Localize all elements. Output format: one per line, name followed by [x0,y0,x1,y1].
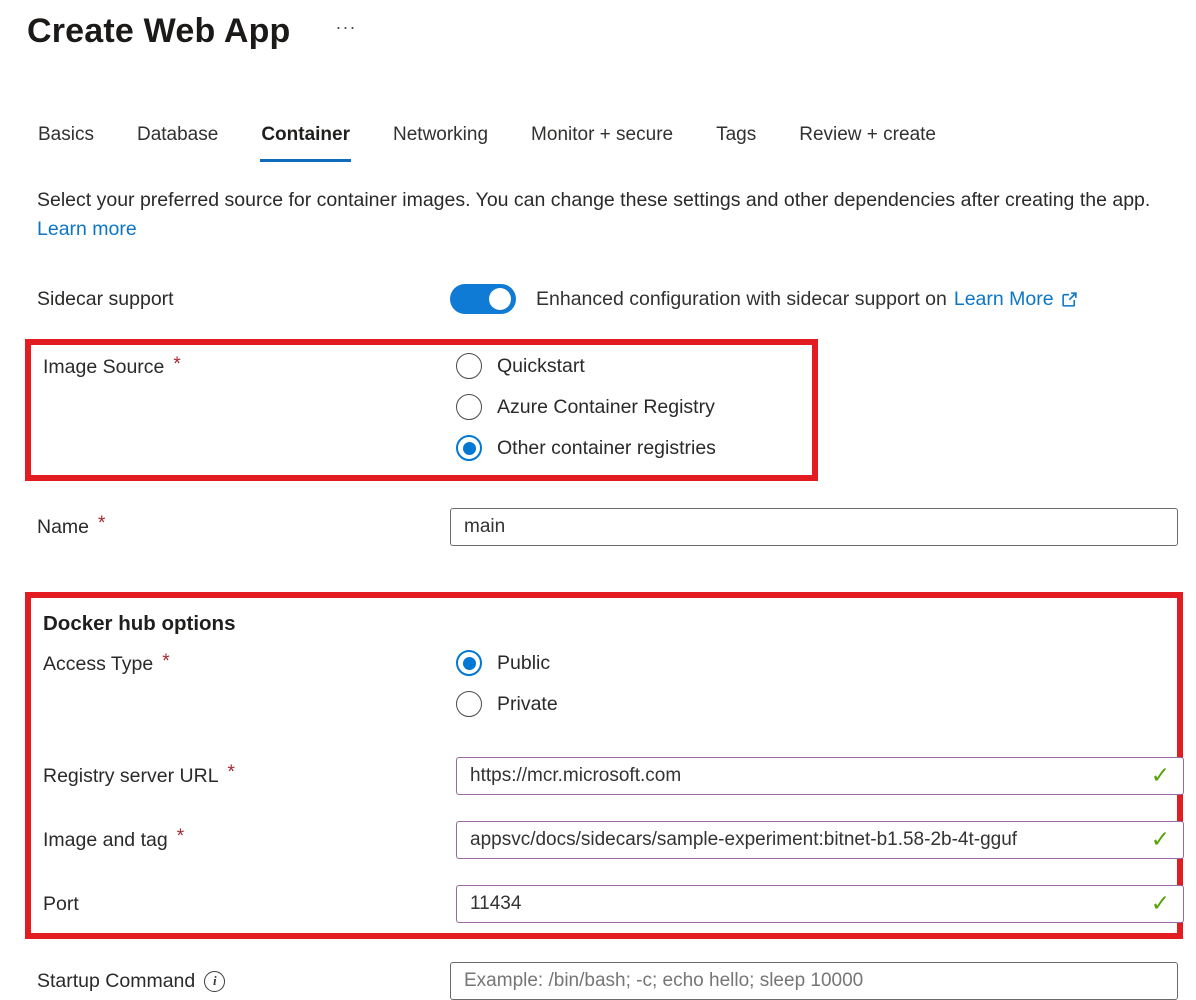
tab-monitor-secure[interactable]: Monitor + secure [530,124,674,162]
sidecar-support-label: Sidecar support [37,288,450,311]
radio-other-container-registries[interactable]: Other container registries [456,435,716,461]
radio-public-label: Public [497,652,550,675]
port-input-wrap: ✓ [456,885,1184,923]
registry-url-label-text: Registry server URL [43,765,219,788]
radio-quickstart-label: Quickstart [497,355,585,378]
tab-container[interactable]: Container [260,124,351,162]
required-asterisk: * [98,513,105,535]
more-options-button[interactable]: ··· [336,18,357,36]
port-row: Port ✓ [43,885,1177,923]
registry-url-row: Registry server URL * ✓ [43,757,1177,795]
page-header: Create Web App ··· [27,8,1196,54]
sidecar-toggle[interactable] [450,284,516,314]
startup-command-input[interactable] [450,962,1178,1000]
required-asterisk: * [162,651,169,673]
toggle-knob-icon [489,288,511,310]
required-asterisk: * [228,762,235,784]
name-input-wrap [450,508,1178,546]
page-title: Create Web App [27,8,291,54]
wizard-tabs: Basics Database Container Networking Mon… [37,124,1196,162]
description-text: Select your preferred source for contain… [37,189,1150,211]
radio-selected-icon [456,435,482,461]
radio-private-label: Private [497,693,558,716]
name-label: Name * [37,516,450,539]
external-link-icon [1061,291,1078,308]
tab-networking[interactable]: Networking [392,124,489,162]
registry-url-label: Registry server URL * [43,765,456,788]
radio-azure-container-registry[interactable]: Azure Container Registry [456,394,716,420]
tab-database[interactable]: Database [136,124,219,162]
sidecar-status: Enhanced configuration with sidecar supp… [536,288,1078,311]
learn-more-link[interactable]: Learn more [37,218,137,240]
required-asterisk: * [177,826,184,848]
sidecar-support-row: Sidecar support Enhanced configuration w… [37,284,1196,314]
port-label-text: Port [43,893,79,916]
access-type-row: Access Type * Public Private [43,650,1177,717]
sidecar-learn-more-link[interactable]: Learn More [954,288,1054,311]
tab-review-create[interactable]: Review + create [798,124,937,162]
image-source-label: Image Source * [43,356,456,379]
image-tag-input[interactable] [456,821,1184,859]
name-label-text: Name [37,516,89,539]
image-source-radio-group: Quickstart Azure Container Registry Othe… [456,353,716,461]
name-input[interactable] [450,508,1178,546]
radio-public[interactable]: Public [456,650,558,676]
image-source-label-text: Image Source [43,356,164,379]
image-source-row: Image Source * Quickstart Azure Containe… [43,353,812,461]
startup-command-label: Startup Command i [37,970,450,993]
startup-command-input-wrap [450,962,1178,1000]
tab-tags[interactable]: Tags [715,124,757,162]
image-tag-label: Image and tag * [43,829,456,852]
image-tag-input-wrap: ✓ [456,821,1184,859]
info-icon[interactable]: i [204,971,225,992]
startup-command-label-text: Startup Command [37,970,195,993]
docker-hub-heading: Docker hub options [43,612,1177,636]
image-tag-row: Image and tag * ✓ [43,821,1177,859]
startup-command-row: Startup Command i [37,962,1196,1000]
radio-selected-icon [456,650,482,676]
port-input[interactable] [456,885,1184,923]
image-tag-label-text: Image and tag [43,829,168,852]
radio-private[interactable]: Private [456,691,558,717]
docker-hub-highlight-box: Docker hub options Access Type * Public … [25,592,1183,939]
registry-url-input-wrap: ✓ [456,757,1184,795]
tab-basics[interactable]: Basics [37,124,95,162]
sidecar-status-text: Enhanced configuration with sidecar supp… [536,288,947,311]
radio-acr-label: Azure Container Registry [497,396,715,419]
image-source-highlight-box: Image Source * Quickstart Azure Containe… [25,339,818,481]
name-row: Name * [37,508,1196,546]
radio-other-label: Other container registries [497,437,716,460]
port-label: Port [43,893,456,916]
required-asterisk: * [173,354,180,376]
access-type-radio-group: Public Private [456,650,558,717]
tab-description: Select your preferred source for contain… [37,186,1166,244]
access-type-label-text: Access Type [43,653,153,676]
access-type-label: Access Type * [43,653,456,676]
radio-circle-icon [456,394,482,420]
radio-circle-icon [456,353,482,379]
radio-circle-icon [456,691,482,717]
registry-url-input[interactable] [456,757,1184,795]
radio-quickstart[interactable]: Quickstart [456,353,716,379]
